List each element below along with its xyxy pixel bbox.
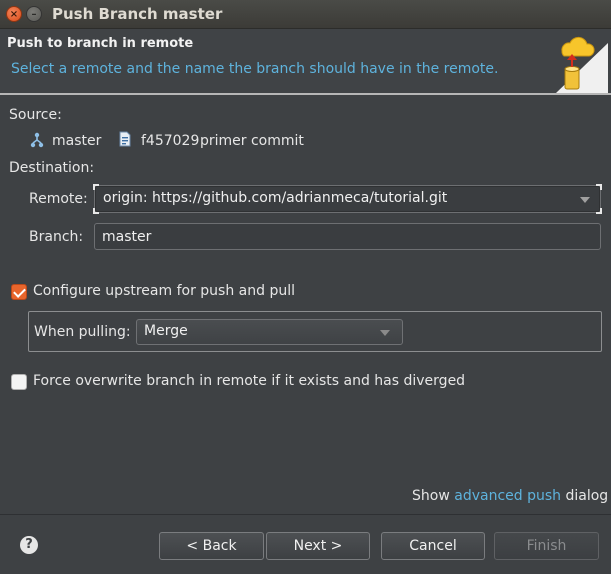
wizard-header: Push to branch in remote Select a remote…	[0, 29, 611, 95]
destination-label: Destination:	[9, 160, 95, 176]
advanced-suffix: dialog	[565, 488, 609, 504]
back-button[interactable]: < Back	[159, 532, 264, 560]
next-button[interactable]: Next >	[266, 532, 370, 560]
footer-divider	[0, 514, 611, 515]
branch-input[interactable]	[95, 224, 600, 249]
minimize-window-button[interactable]: –	[26, 6, 42, 22]
branch-icon	[30, 132, 44, 148]
configure-upstream-checkbox[interactable]	[11, 284, 27, 300]
title-bar: × – Push Branch master	[0, 0, 611, 29]
cancel-button[interactable]: Cancel	[381, 532, 485, 560]
when-pulling-value: Merge	[144, 323, 188, 339]
configure-upstream-label: Configure upstream for push and pull	[33, 283, 295, 299]
focus-corner	[93, 208, 99, 214]
chevron-down-icon[interactable]	[380, 330, 390, 336]
commit-icon	[119, 131, 131, 147]
source-commit-message: primer commit	[200, 133, 304, 149]
finish-button[interactable]: Finish	[494, 532, 599, 560]
focus-corner	[596, 184, 602, 190]
focus-corner	[596, 208, 602, 214]
remote-select-value: origin: https://github.com/adrianmeca/tu…	[103, 190, 448, 206]
force-overwrite-label: Force overwrite branch in remote if it e…	[33, 373, 466, 389]
push-to-cloud-icon	[556, 36, 608, 93]
help-icon[interactable]: ?	[20, 536, 38, 554]
window-title: Push Branch master	[52, 5, 223, 23]
source-commit-id: f457029	[141, 133, 200, 149]
remote-label: Remote:	[29, 191, 88, 207]
remote-select[interactable]: origin: https://github.com/adrianmeca/tu…	[93, 184, 602, 214]
chevron-down-icon[interactable]	[580, 197, 590, 203]
branch-field[interactable]	[94, 223, 601, 250]
wizard-title: Push to branch in remote	[7, 36, 194, 51]
when-pulling-select[interactable]: Merge	[136, 319, 403, 345]
close-window-button[interactable]: ×	[6, 6, 22, 22]
branch-label: Branch:	[29, 229, 84, 245]
advanced-prefix: Show	[412, 488, 450, 504]
wizard-description: Select a remote and the name the branch …	[11, 61, 499, 77]
advanced-push-text: Show advanced push dialog	[412, 488, 608, 504]
advanced-push-link[interactable]: advanced push	[454, 488, 561, 504]
focus-corner	[93, 184, 99, 190]
close-icon: ×	[9, 9, 19, 20]
when-pulling-label: When pulling:	[34, 324, 131, 340]
source-branch: master	[52, 133, 102, 149]
force-overwrite-checkbox[interactable]	[11, 374, 27, 390]
minimize-icon: –	[31, 9, 37, 20]
source-label: Source:	[9, 107, 62, 123]
